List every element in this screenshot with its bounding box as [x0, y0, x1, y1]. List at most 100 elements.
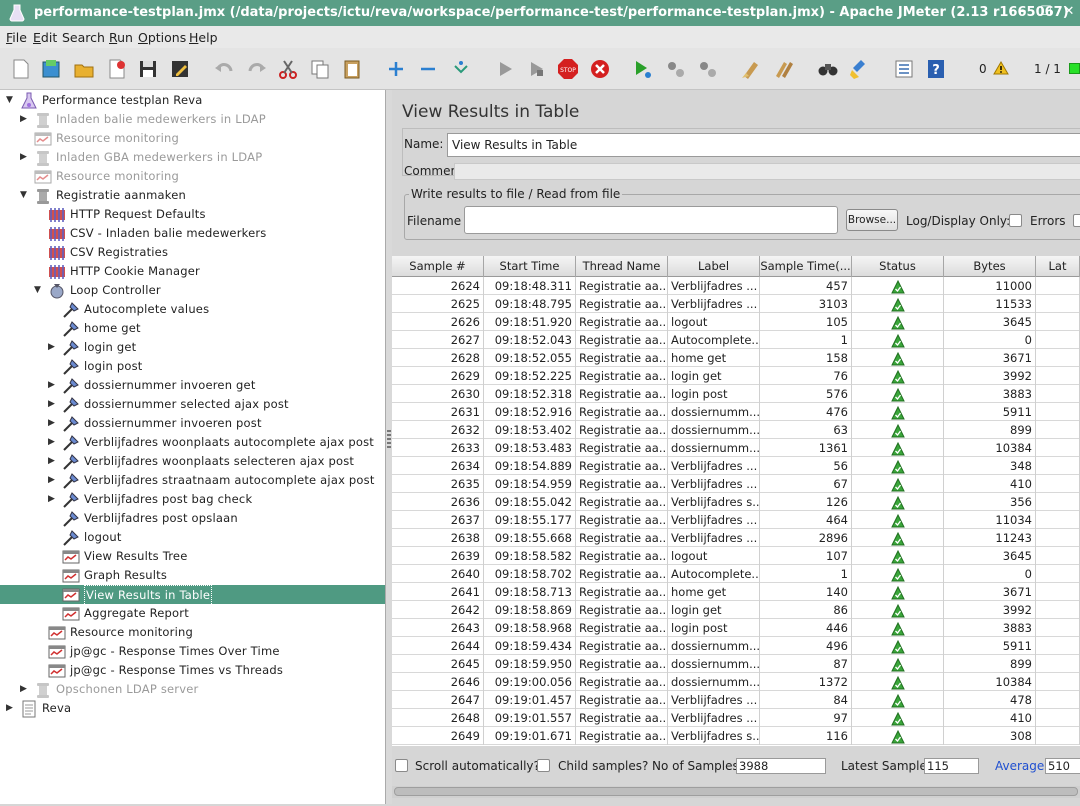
- table-row[interactable]: 2647 09:19:01.457 Registratie aa... Verblij…: [392, 691, 1080, 709]
- filename-field[interactable]: [464, 206, 838, 234]
- column-header[interactable]: Start Time: [484, 256, 576, 277]
- table-row[interactable]: 2624 09:18:48.311 Registratie aa... Verblij…: [392, 277, 1080, 295]
- remote-shutdown-icon[interactable]: [697, 58, 719, 80]
- tree-node[interactable]: View Results Tree: [0, 547, 385, 566]
- scroll-automatically-checkbox[interactable]: [395, 759, 408, 772]
- shutdown-icon[interactable]: [589, 58, 611, 80]
- table-row[interactable]: 2642 09:18:58.869 Registratie aa... login g…: [392, 601, 1080, 619]
- tree-node[interactable]: ▶ Verblijfadres straatnaam autocomplete a…: [0, 471, 385, 490]
- column-header[interactable]: Sample Time(...: [760, 256, 852, 277]
- table-row[interactable]: 2637 09:18:55.177 Registratie aa... Verblij…: [392, 511, 1080, 529]
- expand-toggle-icon[interactable]: ▶: [48, 418, 58, 428]
- errors-checkbox[interactable]: [1009, 214, 1022, 227]
- expand-toggle-icon[interactable]: ▶: [48, 342, 58, 352]
- remote-stop-icon[interactable]: [665, 58, 687, 80]
- menu-run[interactable]: Run: [109, 30, 133, 45]
- tree-node[interactable]: HTTP Cookie Manager: [0, 262, 385, 281]
- table-row[interactable]: 2649 09:19:01.671 Registratie aa... Verblij…: [392, 727, 1080, 745]
- column-header[interactable]: Lat: [1036, 256, 1080, 277]
- column-header[interactable]: Label: [668, 256, 760, 277]
- tree-node[interactable]: Resource monitoring: [0, 167, 385, 186]
- new-icon[interactable]: [10, 58, 32, 80]
- latest-sample-field[interactable]: 115: [924, 758, 979, 774]
- tree-node[interactable]: CSV Registraties: [0, 243, 385, 262]
- search-icon[interactable]: [817, 58, 839, 80]
- tree-node[interactable]: Autocomplete values: [0, 300, 385, 319]
- tree-node[interactable]: Resource monitoring: [0, 129, 385, 148]
- stop-icon[interactable]: STOP: [557, 58, 579, 80]
- tree-node[interactable]: ▶ Opschonen LDAP server: [0, 680, 385, 699]
- column-header[interactable]: Bytes: [944, 256, 1036, 277]
- table-row[interactable]: 2641 09:18:58.713 Registratie aa... home ge…: [392, 583, 1080, 601]
- tree-node[interactable]: Aggregate Report: [0, 604, 385, 623]
- name-field[interactable]: View Results in Table: [447, 133, 1080, 157]
- column-header[interactable]: Thread Name: [576, 256, 668, 277]
- column-header[interactable]: Status: [852, 256, 944, 277]
- table-row[interactable]: 2645 09:18:59.950 Registratie aa... dossier…: [392, 655, 1080, 673]
- close-icon[interactable]: [106, 58, 128, 80]
- table-row[interactable]: 2640 09:18:58.702 Registratie aa... Autocom…: [392, 565, 1080, 583]
- expand-toggle-icon[interactable]: ▶: [20, 684, 30, 694]
- tree-node[interactable]: ▶ Inladen GBA medewerkers in LDAP: [0, 148, 385, 167]
- undo-icon[interactable]: [213, 58, 235, 80]
- paste-icon[interactable]: [341, 58, 363, 80]
- maximize-button[interactable]: ☐: [1039, 5, 1053, 19]
- save-icon[interactable]: [137, 58, 159, 80]
- collapse-toggle-icon[interactable]: ▼: [20, 190, 30, 200]
- tree-node[interactable]: ▶ Reva: [0, 699, 385, 718]
- child-samples-checkbox[interactable]: [537, 759, 550, 772]
- toggle-icon[interactable]: [450, 58, 472, 80]
- tree-node[interactable]: login post: [0, 357, 385, 376]
- tree-node[interactable]: CSV - Inladen balie medewerkers: [0, 224, 385, 243]
- table-row[interactable]: 2636 09:18:55.042 Registratie aa... Verblij…: [392, 493, 1080, 511]
- close-window-button[interactable]: ✕: [1062, 5, 1076, 19]
- column-header[interactable]: Sample #: [392, 256, 484, 277]
- scrollbar-thumb[interactable]: [394, 787, 1078, 796]
- tree-node[interactable]: ▶ dossiernummer invoeren get: [0, 376, 385, 395]
- reset-search-icon[interactable]: [849, 58, 871, 80]
- tree-node[interactable]: jp@gc - Response Times vs Threads: [0, 661, 385, 680]
- no-of-samples-field[interactable]: 3988: [736, 758, 826, 774]
- warning-icon[interactable]: [993, 61, 1009, 78]
- tree-node[interactable]: ▼ Registratie aanmaken: [0, 186, 385, 205]
- expand-toggle-icon[interactable]: ▶: [48, 437, 58, 447]
- expand-toggle-icon[interactable]: ▶: [48, 456, 58, 466]
- tree-node[interactable]: ▶ dossiernummer selected ajax post: [0, 395, 385, 414]
- tree-node[interactable]: ▼ Loop Controller: [0, 281, 385, 300]
- table-row[interactable]: 2635 09:18:54.959 Registratie aa... Verblij…: [392, 475, 1080, 493]
- tree-node[interactable]: home get: [0, 319, 385, 338]
- expand-toggle-icon[interactable]: ▶: [48, 475, 58, 485]
- table-row[interactable]: 2628 09:18:52.055 Registratie aa... home ge…: [392, 349, 1080, 367]
- table-row[interactable]: 2643 09:18:58.968 Registratie aa... login p…: [392, 619, 1080, 637]
- menu-options[interactable]: Options: [138, 30, 186, 45]
- copy-icon[interactable]: [309, 58, 331, 80]
- expand-toggle-icon[interactable]: ▶: [48, 399, 58, 409]
- redo-icon[interactable]: [246, 58, 268, 80]
- table-row[interactable]: 2632 09:18:53.402 Registratie aa... dossier…: [392, 421, 1080, 439]
- menu-search[interactable]: Search: [62, 30, 105, 45]
- tree-node[interactable]: ▶ Verblijfadres woonplaats autocomplete a…: [0, 433, 385, 452]
- table-row[interactable]: 2626 09:18:51.920 Registratie aa... logout 1…: [392, 313, 1080, 331]
- templates-icon[interactable]: [40, 58, 62, 80]
- table-row[interactable]: 2634 09:18:54.889 Registratie aa... Verblij…: [392, 457, 1080, 475]
- table-row[interactable]: 2627 09:18:52.043 Registratie aa... Autocom…: [392, 331, 1080, 349]
- horizontal-scrollbar[interactable]: [392, 786, 1080, 798]
- start-icon[interactable]: [494, 58, 516, 80]
- tree-node[interactable]: Resource monitoring: [0, 623, 385, 642]
- table-row[interactable]: 2648 09:19:01.557 Registratie aa... Verblij…: [392, 709, 1080, 727]
- table-row[interactable]: 2646 09:19:00.056 Registratie aa... dossier…: [392, 673, 1080, 691]
- clear-all-icon[interactable]: [773, 58, 795, 80]
- collapse-icon[interactable]: [417, 58, 439, 80]
- help-icon[interactable]: ?: [925, 58, 947, 80]
- tree-node[interactable]: Verblijfadres post opslaan: [0, 509, 385, 528]
- expand-toggle-icon[interactable]: ▶: [20, 114, 30, 124]
- browse-button[interactable]: Browse...: [846, 209, 898, 231]
- remote-start-icon[interactable]: [632, 58, 654, 80]
- tree-node[interactable]: HTTP Request Defaults: [0, 205, 385, 224]
- menu-file[interactable]: File: [6, 30, 27, 45]
- table-row[interactable]: 2631 09:18:52.916 Registratie aa... dossier…: [392, 403, 1080, 421]
- start-no-pause-icon[interactable]: [525, 58, 547, 80]
- tree-node[interactable]: jp@gc - Response Times Over Time: [0, 642, 385, 661]
- successes-checkbox[interactable]: [1073, 214, 1080, 227]
- clear-icon[interactable]: [740, 58, 762, 80]
